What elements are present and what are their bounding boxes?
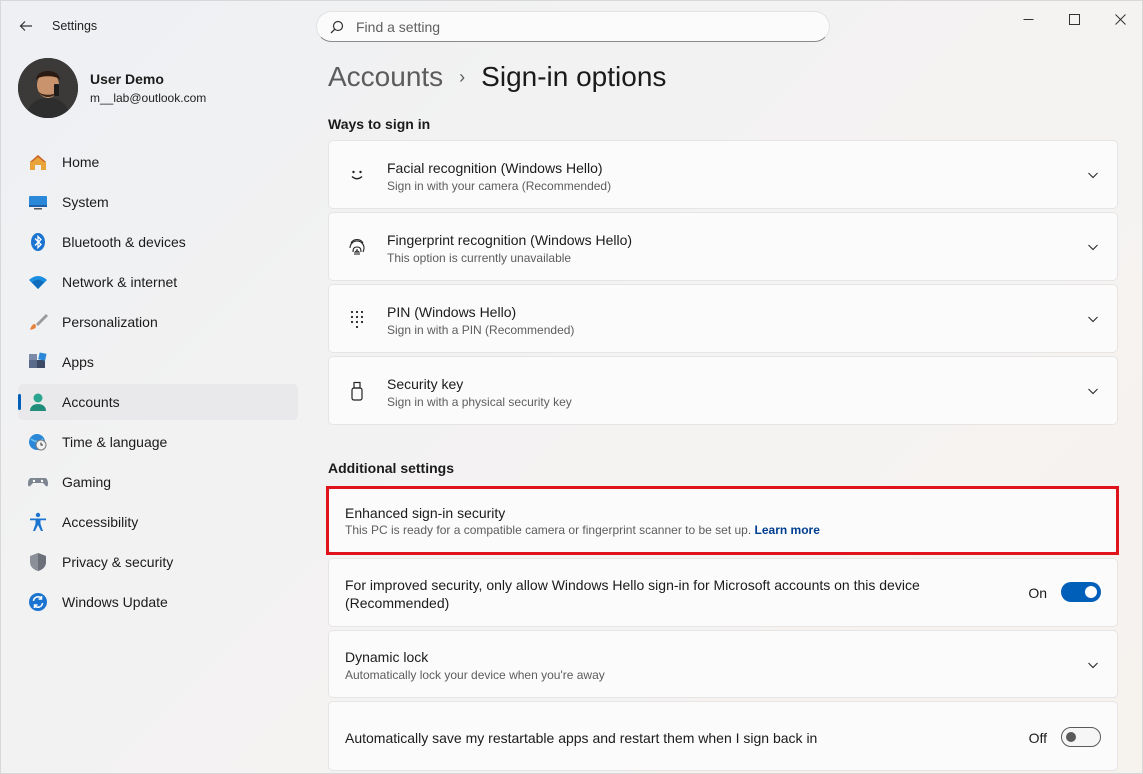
maximize-button[interactable] <box>1051 9 1097 29</box>
sidebar-item-accounts[interactable]: Accounts <box>18 384 298 420</box>
sidebar-nav: Home System Bluetooth & devices Network … <box>18 144 298 624</box>
card-title: Dynamic lock <box>345 649 429 665</box>
back-arrow-icon <box>19 21 32 31</box>
facial-recognition-card[interactable]: Facial recognition (Windows Hello) Sign … <box>328 140 1118 209</box>
card-description: This option is currently unavailable <box>387 251 572 265</box>
sidebar-item-label: System <box>62 194 109 210</box>
settings-window: Settings User Demo <box>0 0 1143 774</box>
home-icon <box>30 155 46 170</box>
usb-key-icon <box>351 381 363 401</box>
search-box[interactable] <box>316 11 830 42</box>
search-icon <box>330 20 344 33</box>
sidebar-item-label: Network & internet <box>62 274 178 290</box>
title-bar: Settings <box>1 1 1142 51</box>
chevron-down-icon <box>1088 662 1098 669</box>
maximize-icon <box>1068 13 1080 25</box>
sidebar-item-gaming[interactable]: Gaming <box>18 464 298 500</box>
dynamic-lock-card[interactable]: Dynamic lock Automatically lock your dev… <box>328 630 1118 698</box>
pin-card[interactable]: PIN (Windows Hello) Sign in with a PIN (… <box>328 284 1118 353</box>
chevron-down-icon <box>1088 172 1098 179</box>
apps-icon <box>29 352 47 368</box>
breadcrumb-separator: › <box>459 66 466 87</box>
sidebar-item-windows-update[interactable]: Windows Update <box>18 584 298 620</box>
sidebar-item-network[interactable]: Network & internet <box>18 264 298 300</box>
face-icon <box>351 170 363 180</box>
card-title-line1: For improved security, only allow Window… <box>345 577 920 593</box>
avatar <box>18 58 78 118</box>
card-title: Facial recognition (Windows Hello) <box>387 160 603 176</box>
card-description: Sign in with a PIN (Recommended) <box>387 323 575 337</box>
person-icon <box>30 393 46 411</box>
card-title-line2: (Recommended) <box>345 595 450 611</box>
sidebar-item-system[interactable]: System <box>18 184 298 220</box>
windows-hello-only-toggle[interactable] <box>1061 582 1101 602</box>
section-ways-to-sign-in: Ways to sign in <box>328 116 431 132</box>
minimize-button[interactable] <box>1005 9 1051 29</box>
sidebar-item-label: Windows Update <box>62 594 168 610</box>
sidebar-item-label: Accessibility <box>62 514 139 530</box>
sidebar-item-personalization[interactable]: Personalization <box>18 304 298 340</box>
minimize-icon <box>1023 18 1033 20</box>
breadcrumb-parent[interactable]: Accounts <box>328 61 443 93</box>
user-profile[interactable]: User Demo m__lab@outlook.com <box>18 58 206 118</box>
search-input[interactable] <box>356 18 796 35</box>
card-title: PIN (Windows Hello) <box>387 304 517 320</box>
card-description: Sign in with a physical security key <box>387 395 572 409</box>
card-title: Fingerprint recognition (Windows Hello) <box>387 232 633 248</box>
chevron-down-icon <box>1088 244 1098 251</box>
toggle-state-label: Off <box>1028 730 1047 746</box>
breadcrumb: Accounts › Sign-in options <box>328 61 666 93</box>
close-icon <box>1114 13 1126 25</box>
card-description: Sign in with your camera (Recommended) <box>387 179 612 193</box>
sidebar-item-label: Gaming <box>62 474 112 490</box>
toggle-state-label: On <box>1028 585 1047 601</box>
sidebar-item-privacy-security[interactable]: Privacy & security <box>18 544 298 580</box>
sidebar-item-apps[interactable]: Apps <box>18 344 298 380</box>
globe-clock-icon <box>29 434 47 451</box>
fingerprint-recognition-card[interactable]: Fingerprint recognition (Windows Hello) … <box>328 212 1118 281</box>
fingerprint-icon <box>349 239 365 256</box>
avatar-image <box>18 58 78 118</box>
close-button[interactable] <box>1097 9 1142 29</box>
sidebar-item-label: Accounts <box>62 394 120 410</box>
user-email: m__lab@outlook.com <box>90 91 207 105</box>
restart-apps-card: Automatically save my restartable apps a… <box>328 701 1118 771</box>
wifi-icon <box>29 276 47 289</box>
keypad-icon <box>350 310 364 329</box>
gamepad-icon <box>28 478 48 487</box>
section-additional-settings: Additional settings <box>328 460 454 476</box>
sidebar-item-time-language[interactable]: Time & language <box>18 424 298 460</box>
card-title: Automatically save my restartable apps a… <box>345 730 818 746</box>
accessibility-icon <box>30 512 46 531</box>
sidebar-item-label: Apps <box>62 354 94 370</box>
sidebar-item-accessibility[interactable]: Accessibility <box>18 504 298 540</box>
sidebar-item-label: Privacy & security <box>62 554 174 570</box>
brush-icon <box>30 314 48 330</box>
card-title: Security key <box>387 376 464 392</box>
back-button[interactable] <box>13 13 39 39</box>
app-title: Settings <box>52 19 98 33</box>
sidebar-item-label: Home <box>62 154 100 170</box>
page-title: Sign-in options <box>481 61 667 92</box>
highlight-box <box>326 486 1119 555</box>
security-key-card[interactable]: Security key Sign in with a physical sec… <box>328 356 1118 425</box>
sidebar-item-bluetooth[interactable]: Bluetooth & devices <box>18 224 298 260</box>
update-icon <box>29 593 47 611</box>
user-name: User Demo <box>90 71 164 87</box>
bluetooth-icon <box>31 233 45 251</box>
sidebar-item-home[interactable]: Home <box>18 144 298 180</box>
sidebar-item-label: Time & language <box>62 434 168 450</box>
chevron-down-icon <box>1088 388 1098 395</box>
sidebar-item-label: Personalization <box>62 314 158 330</box>
sidebar-item-label: Bluetooth & devices <box>62 234 186 250</box>
restart-apps-toggle[interactable] <box>1061 727 1101 747</box>
card-description: Automatically lock your device when you'… <box>345 668 605 682</box>
chevron-down-icon <box>1088 316 1098 323</box>
windows-hello-only-card: For improved security, only allow Window… <box>328 558 1118 627</box>
monitor-icon <box>29 196 47 210</box>
card-title: For improved security, only allow Window… <box>345 576 920 612</box>
shield-icon <box>30 553 46 571</box>
